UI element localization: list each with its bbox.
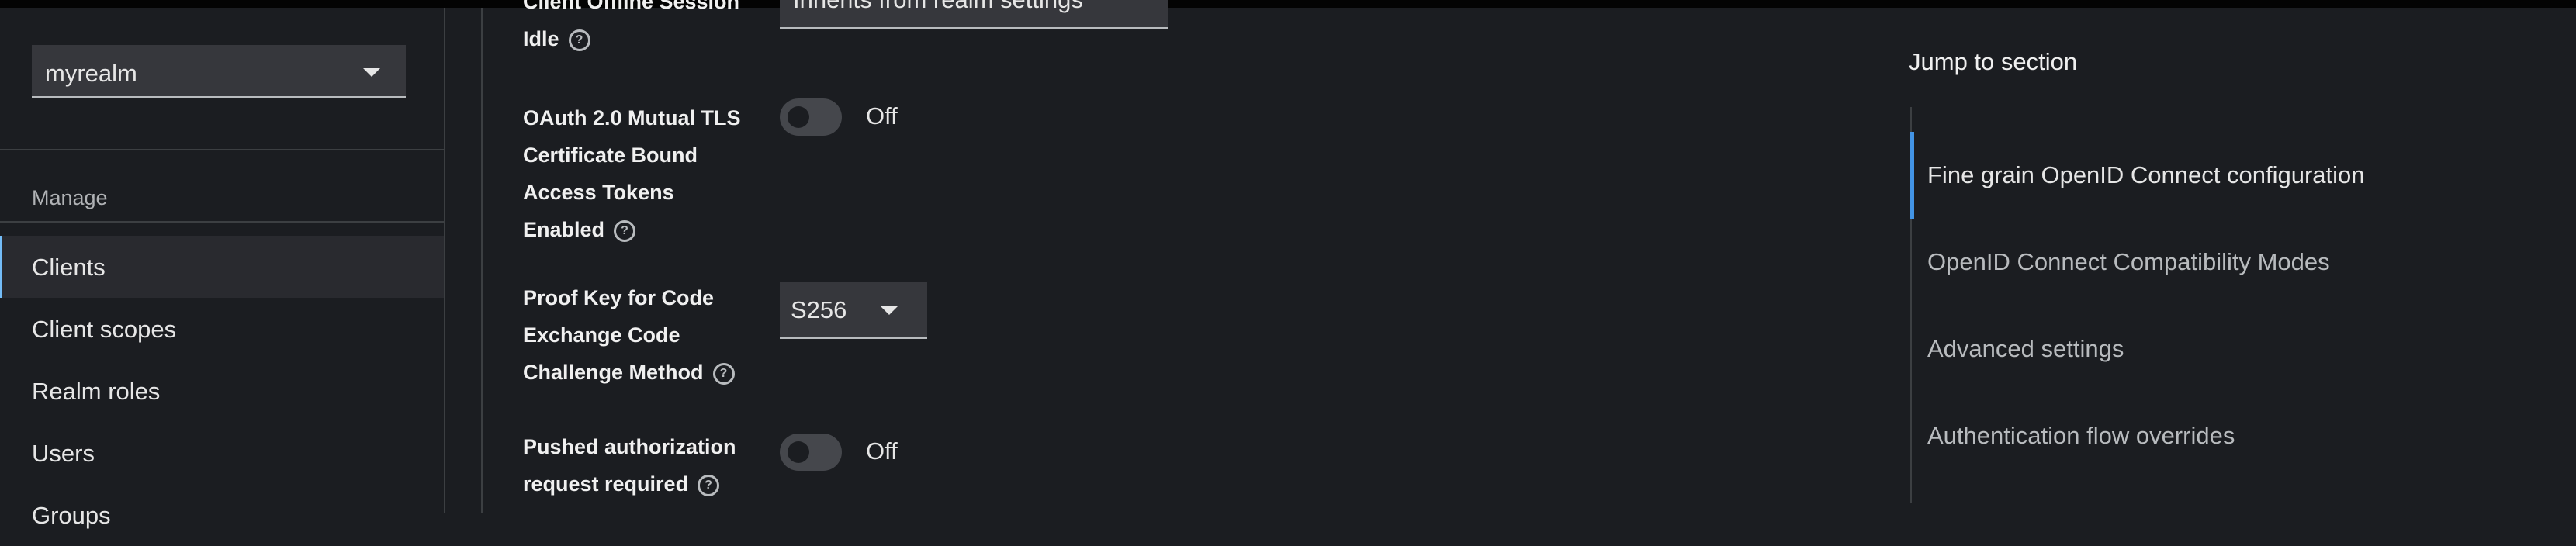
toggle-knob (788, 441, 809, 463)
label-line: Enabled (523, 218, 605, 241)
help-icon[interactable]: ? (614, 219, 636, 242)
jump-to-section-title: Jump to section (1909, 48, 2078, 75)
sidebar-item-label: Users (32, 440, 95, 467)
pkce-method-value: S256 (791, 296, 847, 323)
toggle-knob (788, 106, 809, 128)
caret-down-icon (881, 306, 898, 315)
label-line: OAuth 2.0 Mutual TLS (523, 106, 741, 130)
realm-selector[interactable]: myrealm (32, 45, 406, 98)
help-icon[interactable]: ? (568, 29, 590, 51)
offline-idle-value: Inherits from realm settings (793, 0, 1083, 14)
main-content: Client Offline Session Idle? Inherits fr… (481, 0, 1848, 513)
label-line: Challenge Method (523, 361, 704, 384)
label-line: request required (523, 472, 689, 496)
par-toggle-state: Off (866, 437, 898, 465)
jump-item-advanced-settings[interactable]: Advanced settings (1910, 306, 2562, 392)
sidebar-item-label: Realm roles (32, 378, 161, 405)
par-label: Pushed authorization request required? (523, 428, 736, 503)
label-line: Client Offline Session (523, 0, 740, 13)
nav-section-title: Manage (32, 186, 108, 209)
label-line: Idle (523, 27, 559, 50)
help-icon[interactable]: ? (712, 362, 735, 385)
label-line: Certificate Bound (523, 143, 698, 167)
offline-idle-label: Client Offline Session Idle? (523, 0, 739, 57)
sidebar-item-groups[interactable]: Groups (0, 484, 444, 546)
jump-item-oidc-compatibility[interactable]: OpenID Connect Compatibility Modes (1910, 219, 2562, 306)
jump-item-label: Fine grain OpenID Connect configuration (1927, 161, 2365, 188)
mtls-toggle-state: Off (866, 102, 898, 130)
mtls-toggle[interactable] (780, 98, 842, 136)
top-bar (0, 0, 2576, 8)
caret-down-icon (363, 68, 380, 77)
offline-idle-input[interactable]: Inherits from realm settings (780, 0, 1168, 29)
label-line: Exchange Code (523, 323, 680, 347)
jump-item-label: Advanced settings (1927, 335, 2124, 362)
realm-selector-value: myrealm (45, 60, 137, 87)
sidebar-item-client-scopes[interactable]: Client scopes (0, 298, 444, 360)
sidebar-divider (0, 221, 444, 223)
sidebar-item-clients[interactable]: Clients (0, 236, 444, 298)
sidebar-divider (0, 149, 444, 150)
sidebar-item-realm-roles[interactable]: Realm roles (0, 360, 444, 422)
label-line: Proof Key for Code (523, 286, 715, 309)
sidebar-item-label: Groups (32, 502, 111, 529)
mtls-label: OAuth 2.0 Mutual TLS Certificate Bound A… (523, 99, 741, 248)
jump-item-auth-flow-overrides[interactable]: Authentication flow overrides (1910, 392, 2562, 479)
jump-to-section-panel: Jump to section Fine grain OpenID Connec… (1847, 8, 2576, 513)
jump-item-label: Authentication flow overrides (1927, 422, 2235, 449)
help-icon[interactable]: ? (698, 474, 720, 496)
pkce-label: Proof Key for Code Exchange Code Challen… (523, 279, 735, 391)
jump-item-label: OpenID Connect Compatibility Modes (1927, 248, 2330, 275)
label-line: Pushed authorization (523, 435, 736, 458)
jump-item-fine-grain-oidc[interactable]: Fine grain OpenID Connect configuration (1910, 132, 2562, 219)
sidebar-item-label: Client scopes (32, 316, 177, 343)
sidebar-item-label: Clients (32, 254, 106, 281)
sidebar: myrealm Manage Clients Client scopes Rea… (0, 8, 445, 529)
sidebar-item-users[interactable]: Users (0, 422, 444, 484)
pkce-method-select[interactable]: S256 (780, 282, 927, 339)
par-toggle[interactable] (780, 434, 842, 471)
label-line: Access Tokens (523, 181, 674, 204)
